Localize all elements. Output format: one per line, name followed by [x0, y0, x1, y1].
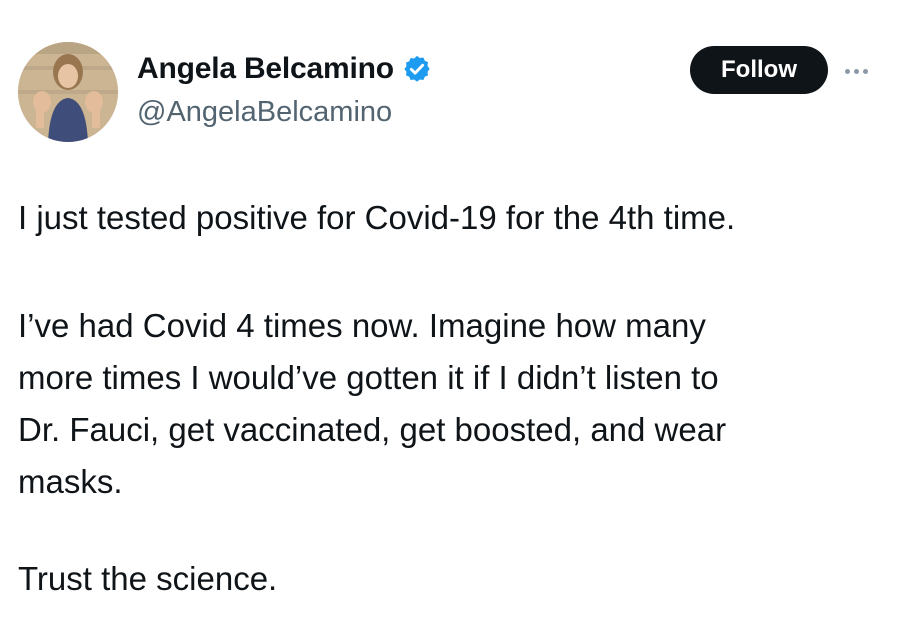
follow-button[interactable]: Follow — [690, 46, 828, 94]
tweet-paragraph-2: I’ve had Covid 4 times now. Imagine how … — [18, 300, 878, 508]
avatar-photo — [18, 42, 118, 142]
tweet-line: more times I would’ve gotten it if I did… — [18, 359, 719, 396]
author-handle[interactable]: @AngelaBelcamino — [137, 96, 392, 129]
tweet-paragraph-3: Trust the science. — [18, 560, 278, 597]
tweet-line: Dr. Fauci, get vaccinated, get boosted, … — [18, 411, 727, 448]
tweet-line: masks. — [18, 463, 123, 500]
tweet-paragraph-1: I just tested positive for Covid-19 for … — [18, 199, 736, 236]
author-name-row: Angela Belcamino — [137, 52, 432, 86]
verified-badge-icon — [402, 54, 432, 84]
more-dot — [854, 68, 859, 74]
author-display-name[interactable]: Angela Belcamino — [137, 52, 394, 86]
more-dot — [845, 68, 850, 74]
tweet-line: I’ve had Covid 4 times now. Imagine how … — [18, 307, 706, 344]
avatar[interactable] — [18, 42, 118, 142]
more-options-icon[interactable] — [845, 66, 881, 76]
more-dot — [863, 68, 868, 74]
tweet-card: Angela Belcamino @AngelaBelcamino Follow… — [0, 0, 900, 637]
